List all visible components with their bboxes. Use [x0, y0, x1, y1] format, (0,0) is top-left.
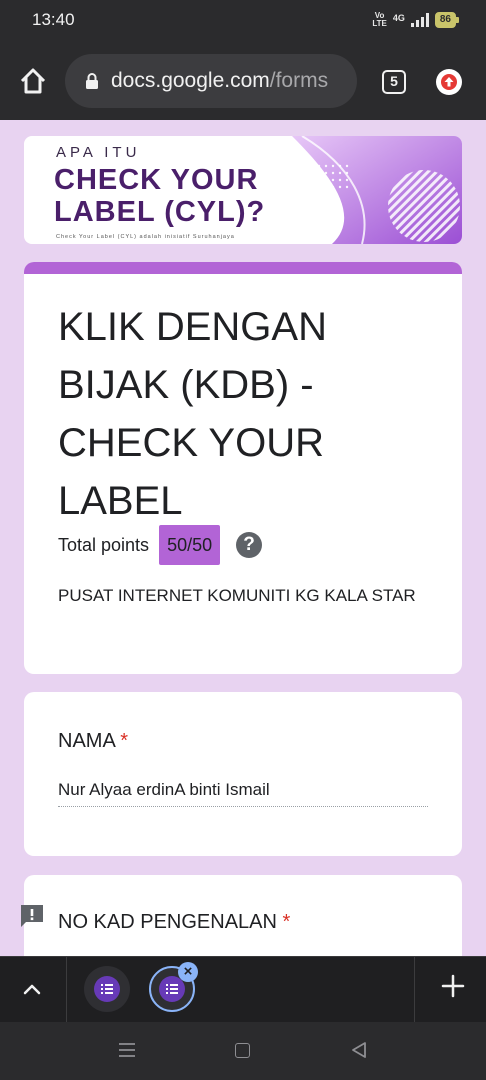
banner-small-text: Check Your Label (CYL) adalah inisiatif …: [56, 234, 235, 240]
answer-text: Nur Alyaa erdinA binti Ismail: [58, 780, 428, 807]
google-forms-icon: [94, 976, 120, 1002]
system-nav-bar: [0, 1022, 486, 1080]
help-icon[interactable]: ?: [236, 532, 263, 558]
battery-icon: 86: [434, 12, 460, 28]
required-mark: *: [120, 730, 129, 752]
volte-indicator: Vo LTE: [372, 11, 387, 28]
tab-strip: ×: [0, 956, 486, 1023]
question-text: NAMA: [58, 730, 115, 752]
update-icon[interactable]: [436, 69, 462, 95]
square-home-icon[interactable]: [235, 1043, 250, 1058]
question-label: NAMA *: [58, 730, 128, 753]
lock-icon: [85, 73, 99, 89]
status-indicators: Vo LTE 4G 86: [372, 11, 460, 28]
tab-item[interactable]: [84, 966, 130, 1012]
url-path: /forms: [269, 69, 329, 92]
close-icon[interactable]: ×: [178, 962, 198, 982]
plus-icon[interactable]: [440, 973, 466, 999]
total-points-badge: 50/50: [159, 525, 221, 565]
question-card-nama: NAMA * Nur Alyaa erdinA binti Ismail: [24, 692, 462, 856]
status-bar: 13:40 Vo LTE 4G 86: [0, 0, 486, 42]
feedback-icon[interactable]: [18, 902, 46, 930]
banner-title-line1: CHECK YOUR: [54, 164, 259, 196]
title-card-accent: [24, 262, 462, 274]
form-title-card: KLIK DENGAN BIJAK (KDB) - CHECK YOUR LAB…: [24, 262, 462, 674]
browser-toolbar: docs.google.com/forms 5: [0, 42, 486, 120]
banner-decoration: [292, 136, 462, 244]
total-points-label: Total points: [58, 534, 150, 555]
menu-icon[interactable]: [118, 1042, 136, 1058]
total-points-row: Total points 50/50 ?: [58, 525, 263, 565]
question-label: NO KAD PENGENALAN *: [58, 911, 290, 934]
question-text: NO KAD PENGENALAN: [58, 911, 277, 933]
banner-title-line2: LABEL (CYL)?: [54, 196, 266, 228]
signal-icon: [410, 13, 429, 27]
form-title: KLIK DENGAN BIJAK (KDB) - CHECK YOUR LAB…: [58, 305, 327, 523]
url-domain: docs.google.com: [111, 69, 270, 92]
form-description: PUSAT INTERNET KOMUNITI KG KALA STAR: [58, 586, 416, 605]
back-triangle-icon[interactable]: [350, 1041, 368, 1059]
network-type: 4G: [392, 13, 405, 23]
tab-strip-divider: [414, 957, 415, 1023]
chevron-up-icon[interactable]: [20, 977, 44, 1001]
tab-strip-divider: [66, 957, 67, 1023]
form-header-image: APA ITU CHECK YOUR LABEL (CYL)? Check Yo…: [24, 136, 462, 244]
banner-title: CHECK YOUR LABEL (CYL)?: [54, 164, 265, 228]
tab-switcher-icon[interactable]: 5: [382, 70, 406, 94]
home-icon[interactable]: [18, 66, 48, 96]
required-mark: *: [282, 911, 291, 933]
url-bar[interactable]: docs.google.com/forms: [65, 54, 357, 108]
status-time: 13:40: [32, 10, 75, 29]
banner-pre-title: APA ITU: [56, 144, 141, 161]
